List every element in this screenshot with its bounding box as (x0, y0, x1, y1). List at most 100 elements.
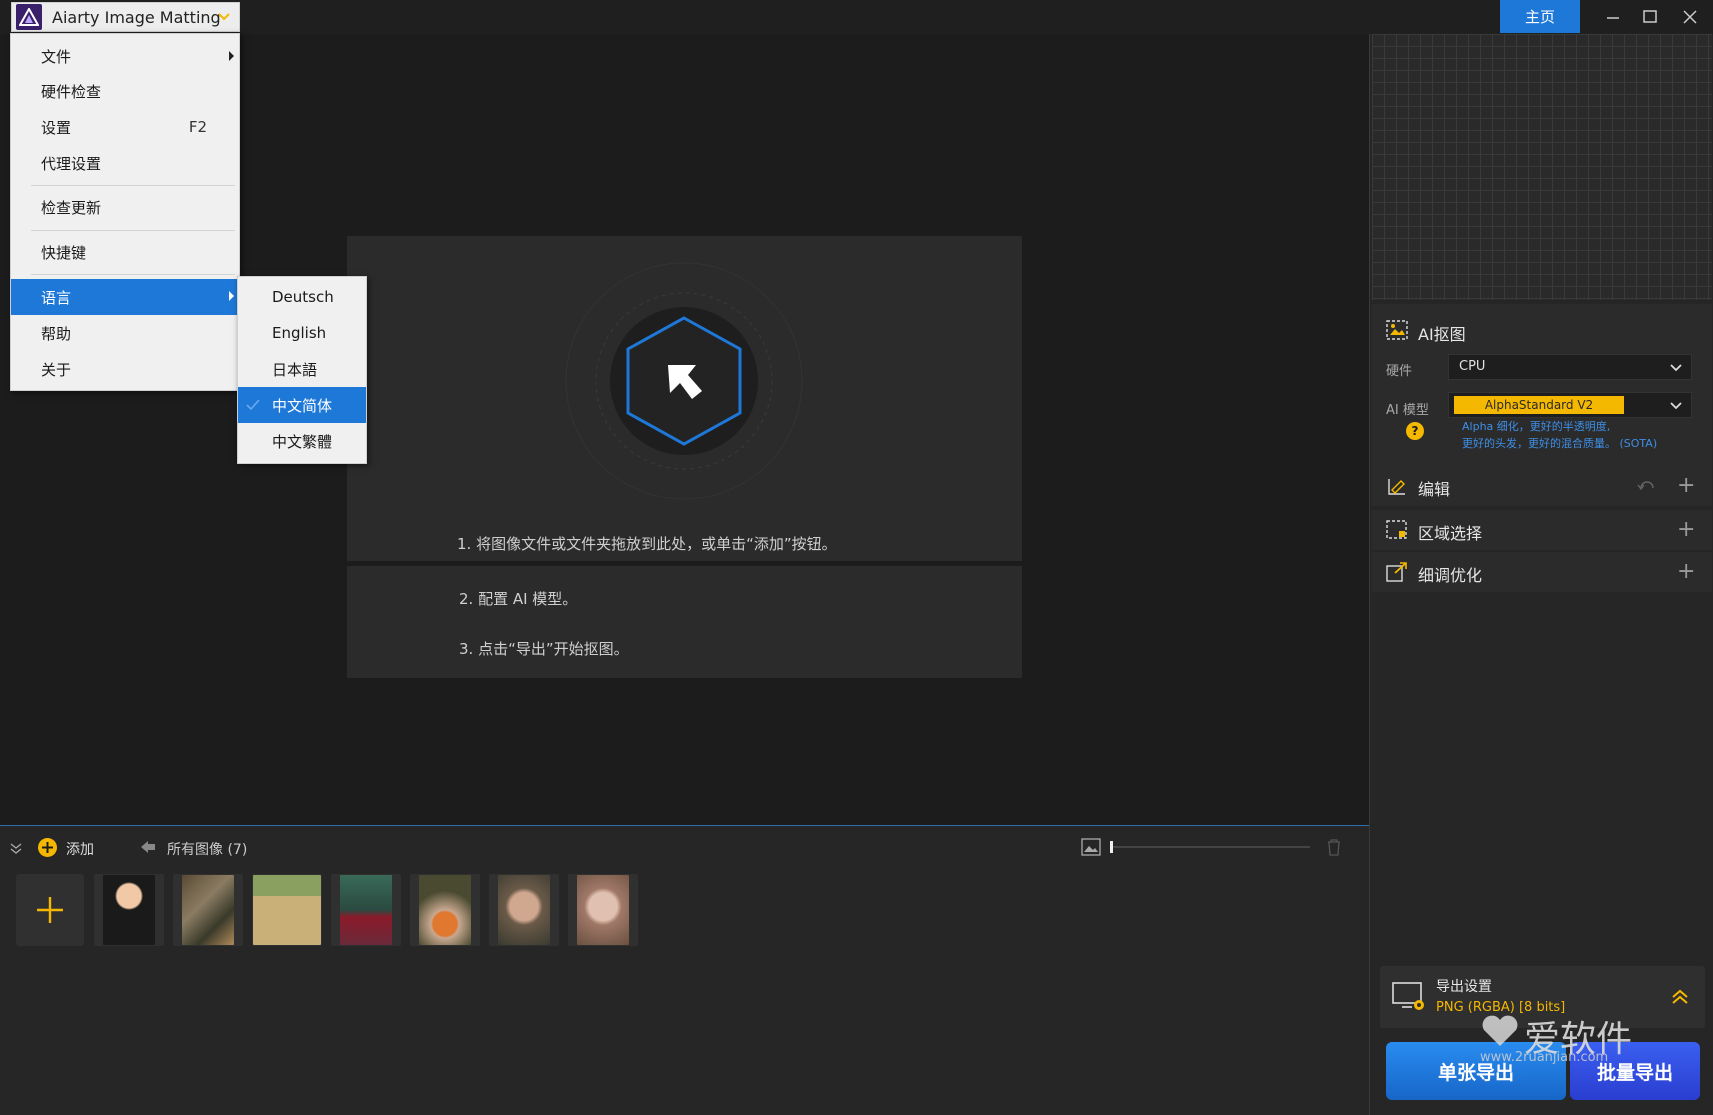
region-select-title: 区域选择 (1418, 524, 1483, 543)
chevron-down-icon (1670, 402, 1682, 410)
thumbnail-3[interactable] (252, 874, 322, 946)
thumbnail-image (253, 875, 321, 945)
menu-item-label: 硬件检查 (41, 82, 102, 101)
minimize-icon[interactable] (1595, 4, 1631, 30)
slider-handle[interactable] (1110, 841, 1113, 853)
menu-item-label: 代理设置 (41, 154, 102, 173)
edit-icon (1388, 479, 1405, 495)
thumbnail-7[interactable] (568, 874, 638, 946)
hardware-select[interactable]: CPU (1448, 354, 1692, 380)
menu-item-proxy[interactable]: 代理设置 (11, 146, 239, 180)
refine-section[interactable]: 细调优化 + (1372, 552, 1712, 592)
menu-item-about[interactable]: 关于 (11, 352, 239, 386)
trash-icon[interactable] (1326, 838, 1342, 856)
language-label: Deutsch (272, 288, 334, 306)
menu-item-settings[interactable]: 设置 F2 (11, 110, 239, 144)
menu-item-label: 设置 (41, 118, 72, 137)
add-circle-icon[interactable] (38, 838, 57, 857)
close-icon[interactable] (1672, 4, 1708, 30)
edit-title: 编辑 (1418, 480, 1451, 499)
app-logo-icon (16, 4, 42, 30)
menu-item-shortcut: F2 (188, 118, 207, 136)
undo-icon[interactable] (1637, 478, 1657, 492)
menu-separator (31, 230, 235, 231)
language-item-simplified-chinese[interactable]: 中文简体 (238, 387, 366, 423)
submenu-arrow-icon (229, 291, 234, 301)
thumbnail-image (419, 875, 471, 945)
ai-model-select[interactable]: AlphaStandard V2 (1448, 392, 1692, 418)
add-image-tile[interactable] (16, 874, 84, 946)
export-settings-title: 导出设置 (1436, 979, 1492, 995)
drop-zone-top: 1. 将图像文件或文件夹拖放到此处，或单击“添加”按钮。 (347, 236, 1022, 561)
region-add-icon[interactable]: + (1677, 519, 1695, 541)
language-item-deutsch[interactable]: Deutsch (238, 279, 366, 315)
model-description-line1: Alpha 细化，更好的半透明度, (1462, 420, 1611, 433)
plus-icon (37, 897, 63, 923)
language-item-english[interactable]: English (238, 315, 366, 351)
thumbnail-2[interactable] (173, 874, 243, 946)
language-label: English (272, 324, 327, 342)
edit-section[interactable]: 编辑 + (1372, 466, 1712, 506)
thumbnail-image (498, 875, 550, 945)
model-description-line2: 更好的头发，更好的混合质量。 (SOTA) (1462, 437, 1658, 450)
language-label: 日本語 (272, 360, 318, 379)
ai-matting-title: AI抠图 (1418, 325, 1466, 344)
thumbnail-6[interactable] (489, 874, 559, 946)
menu-separator (31, 274, 235, 275)
thumbnail-image (340, 875, 392, 945)
menu-item-hardware-check[interactable]: 硬件检查 (11, 74, 239, 108)
menu-item-shortcuts[interactable]: 快捷键 (11, 235, 239, 269)
help-icon[interactable]: ? (1406, 422, 1424, 440)
refine-icon (1386, 562, 1407, 582)
language-label: 中文简体 (272, 396, 333, 415)
collapse-icon[interactable] (10, 842, 22, 854)
ai-model-label: AI 模型 (1386, 403, 1429, 418)
heart-logo-icon (1482, 1015, 1518, 1046)
language-item-traditional-chinese[interactable]: 中文繁體 (238, 423, 366, 459)
back-arrow-icon[interactable] (140, 840, 156, 854)
menu-item-label: 快捷键 (41, 243, 87, 262)
app-title: Aiarty Image Matting (52, 7, 221, 27)
refine-title: 细调优化 (1418, 566, 1483, 585)
preview-grid (1372, 34, 1712, 300)
hardware-label: 硬件 (1386, 364, 1413, 379)
export-settings-icon (1392, 982, 1424, 1010)
menu-item-check-update[interactable]: 检查更新 (11, 190, 239, 224)
add-button-label[interactable]: 添加 (66, 839, 94, 859)
menu-item-file[interactable]: 文件 (11, 39, 239, 73)
menu-separator (31, 185, 235, 186)
watermark-url: www.2ruanjian.com (1480, 1050, 1609, 1065)
region-select-section[interactable]: 区域选择 + (1372, 510, 1712, 550)
add-hexagon-icon[interactable] (564, 261, 804, 501)
thumbnail-5[interactable] (410, 874, 480, 946)
edit-add-icon[interactable]: + (1677, 475, 1695, 497)
menu-item-label: 检查更新 (41, 198, 102, 217)
app-menu-button[interactable]: Aiarty Image Matting (11, 2, 240, 32)
thumbnail-size-icon (1081, 838, 1101, 856)
thumbnail-image (577, 875, 629, 945)
drop-zone-bottom: 2. 配置 AI 模型。 3. 点击“导出”开始抠图。 (347, 566, 1022, 678)
thumbnail-1[interactable] (94, 874, 164, 946)
refine-add-icon[interactable]: + (1677, 561, 1695, 583)
chevron-up-icon[interactable] (1671, 988, 1689, 1006)
maximize-icon[interactable] (1632, 4, 1668, 30)
drop-zone[interactable]: 1. 将图像文件或文件夹拖放到此处，或单击“添加”按钮。 2. 配置 AI 模型… (347, 236, 1022, 678)
submenu-arrow-icon (229, 51, 234, 61)
home-button[interactable]: 主页 (1500, 0, 1580, 33)
ai-model-value: AlphaStandard V2 (1454, 396, 1624, 414)
menu-item-label: 文件 (41, 47, 72, 66)
menu-item-label: 语言 (41, 288, 72, 307)
step-1-text: 1. 将图像文件或文件夹拖放到此处，或单击“添加”按钮。 (457, 535, 837, 553)
hardware-value: CPU (1459, 359, 1486, 374)
all-images-label[interactable]: 所有图像 (7) (167, 839, 247, 859)
thumbnail-size-slider[interactable] (1110, 841, 1310, 853)
menu-item-help[interactable]: 帮助 (11, 316, 239, 350)
ai-matting-icon (1386, 320, 1408, 340)
language-item-japanese[interactable]: 日本語 (238, 351, 366, 387)
menu-item-label: 关于 (41, 360, 72, 379)
app-main-menu: 文件 硬件检查 设置 F2 代理设置 检查更新 快捷键 语言 帮助 关于 (10, 33, 240, 391)
menu-item-language[interactable]: 语言 (11, 279, 239, 315)
app-window: Aiarty Image Matting 主页 1. 将图像文件或文件夹拖放到此… (0, 0, 1713, 1115)
language-submenu: Deutsch English 日本語 中文简体 中文繁體 (237, 276, 367, 464)
thumbnail-4[interactable] (331, 874, 401, 946)
